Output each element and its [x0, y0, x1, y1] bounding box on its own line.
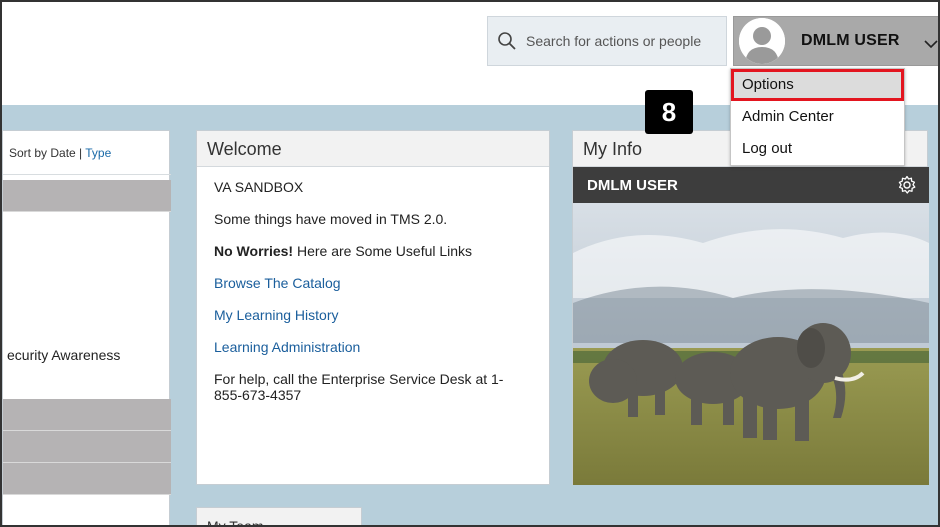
- no-worries-rest: Here are Some Useful Links: [293, 243, 473, 259]
- learning-admin-link[interactable]: Learning Administration: [214, 339, 549, 355]
- avatar: [739, 18, 785, 64]
- menu-item-options[interactable]: Options: [731, 69, 904, 101]
- my-info-user-name: DMLM USER: [587, 177, 678, 194]
- welcome-panel: Welcome VA SANDBOX Some things have move…: [196, 130, 550, 485]
- my-team-panel: My Team: [196, 507, 362, 525]
- search-icon: [496, 30, 518, 52]
- my-info-panel: My Info DMLM USER: [572, 130, 929, 485]
- welcome-body: VA SANDBOX Some things have moved in TMS…: [197, 167, 549, 403]
- chevron-down-icon: [924, 36, 938, 49]
- my-team-title: My Team: [197, 508, 361, 525]
- sort-by-date-link[interactable]: Sort by Date |: [9, 146, 85, 160]
- learning-history-link[interactable]: My Learning History: [214, 307, 549, 323]
- my-info-banner: DMLM USER: [573, 167, 929, 203]
- menu-item-admin-center[interactable]: Admin Center: [731, 101, 904, 133]
- user-name: DMLM USER: [801, 32, 900, 49]
- main-content: Sort by Date | Type ecurity Awareness We…: [2, 105, 938, 525]
- search-input[interactable]: [526, 33, 716, 49]
- list-item[interactable]: [3, 431, 171, 463]
- welcome-title: Welcome: [197, 131, 549, 167]
- app-frame: DMLM USER Sort by Date | Type ecurity Aw…: [0, 0, 940, 527]
- no-worries-text: No Worries! Here are Some Useful Links: [214, 243, 549, 259]
- browse-catalog-link[interactable]: Browse The Catalog: [214, 275, 549, 291]
- moved-notice: Some things have moved in TMS 2.0.: [214, 211, 448, 227]
- sort-by-type-link[interactable]: Type: [85, 146, 111, 160]
- list-item[interactable]: [3, 463, 171, 495]
- left-panel: Sort by Date | Type ecurity Awareness: [2, 130, 171, 525]
- list-item-label[interactable]: ecurity Awareness: [7, 347, 120, 363]
- list-item[interactable]: [3, 399, 171, 431]
- user-dropdown-menu: Options Admin Center Log out: [730, 68, 905, 166]
- gear-icon[interactable]: [897, 175, 917, 195]
- list-item[interactable]: [3, 180, 171, 212]
- step-badge: 8: [645, 90, 693, 134]
- menu-item-log-out[interactable]: Log out: [731, 133, 904, 165]
- user-menu-button[interactable]: DMLM USER: [733, 16, 938, 66]
- help-text: For help, call the Enterprise Service De…: [214, 371, 504, 403]
- no-worries-bold: No Worries!: [214, 243, 294, 259]
- search-box[interactable]: [487, 16, 727, 66]
- sort-bar: Sort by Date | Type: [3, 131, 171, 175]
- profile-background-image: [573, 203, 929, 485]
- org-name: VA SANDBOX: [214, 179, 304, 195]
